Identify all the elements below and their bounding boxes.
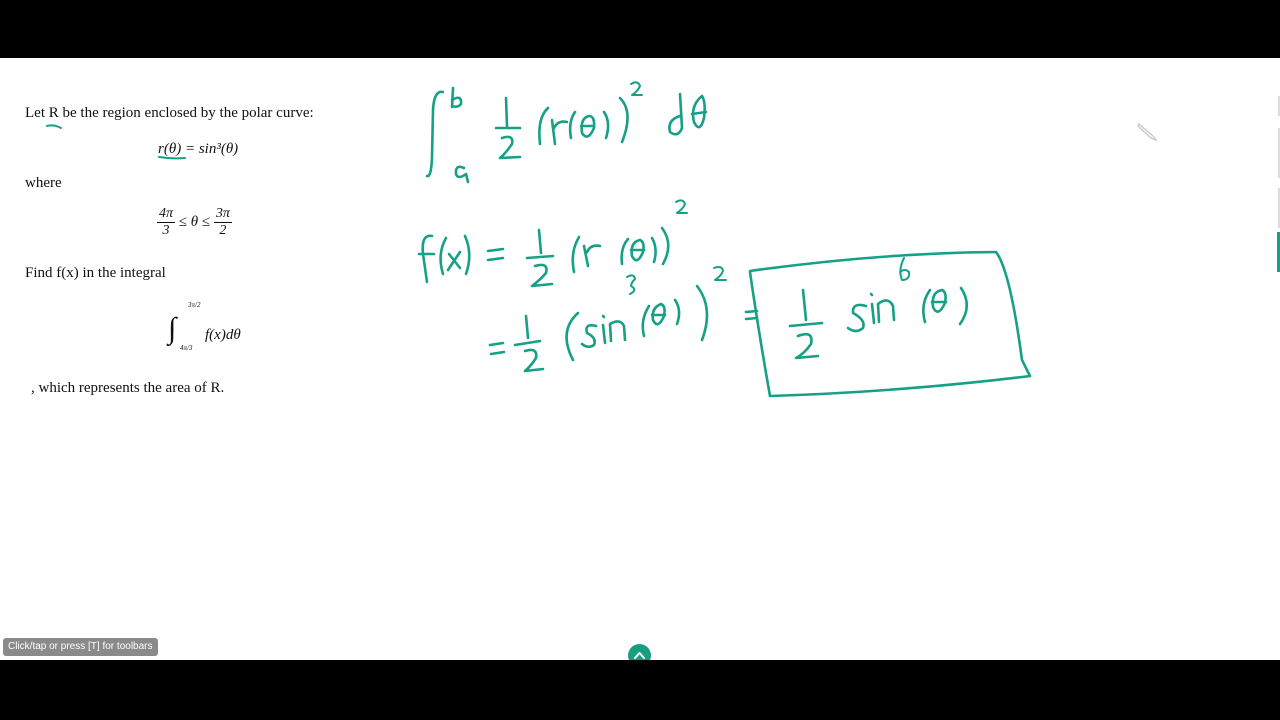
answer-box <box>748 250 1032 398</box>
toolbar-hint-label[interactable]: Click/tap or press [T] for toolbars <box>3 638 158 656</box>
chevron-up-icon <box>634 652 645 659</box>
pencil-cursor-icon <box>1137 122 1159 142</box>
ink-line-fx-definition <box>417 199 688 288</box>
handwriting-layer <box>46 81 1032 398</box>
ink-line-substitution <box>488 266 759 373</box>
show-toolbar-button[interactable] <box>628 644 651 660</box>
whiteboard-canvas[interactable]: Let R be the region enclosed by the pola… <box>0 58 1280 660</box>
ink-line-integral-formula <box>425 81 708 184</box>
